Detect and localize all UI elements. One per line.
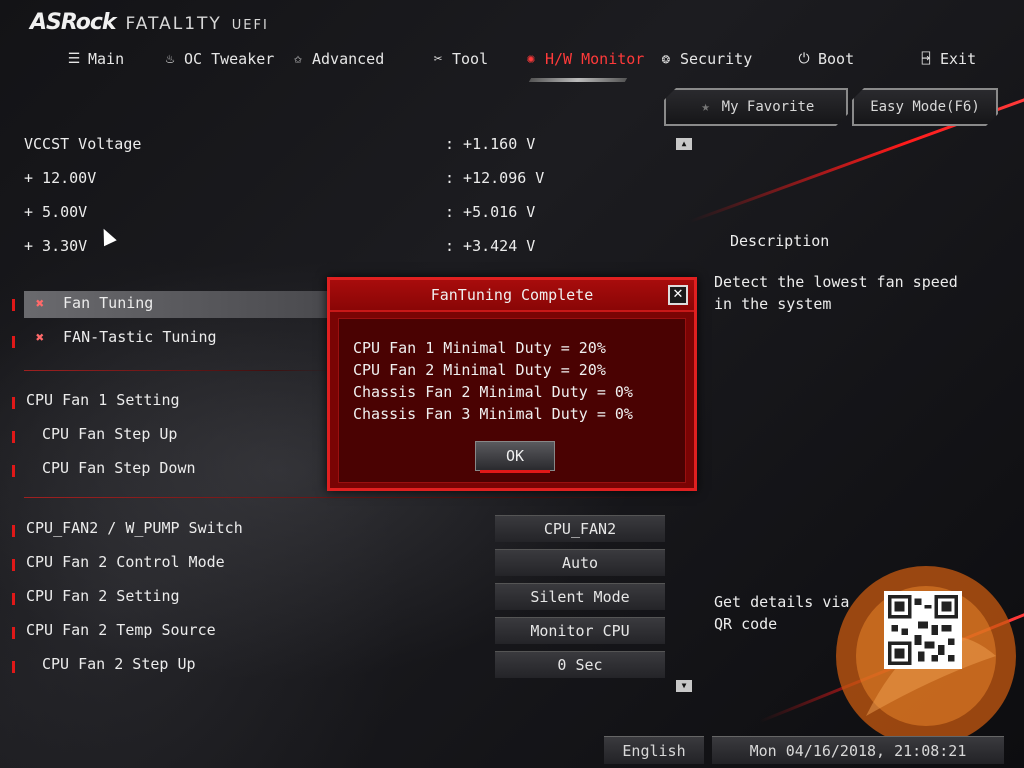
- row-marker: [12, 397, 15, 409]
- easy-mode-button[interactable]: Easy Mode(F6): [852, 88, 998, 126]
- row-marker: [12, 559, 15, 571]
- setting-label[interactable]: CPU Fan 2 Setting: [26, 587, 180, 605]
- ok-button[interactable]: OK: [475, 441, 555, 473]
- setting-value-box[interactable]: Silent Mode: [495, 583, 665, 610]
- setting-value-box[interactable]: Auto: [495, 549, 665, 576]
- scroll-down-arrow[interactable]: ▼: [676, 680, 692, 692]
- my-favorite-label: My Favorite: [721, 99, 815, 115]
- tab-label: H/W Monitor: [545, 50, 645, 68]
- section-divider: [24, 370, 334, 371]
- qr-label: Get details via QR code: [714, 593, 850, 633]
- monitor-icon: ✺: [526, 51, 536, 67]
- cpu-fan-step-up-item[interactable]: CPU Fan Step Up: [42, 425, 177, 443]
- voltage-value: : +1.160 V: [445, 135, 536, 153]
- tab-oc-tweaker[interactable]: ♨ OC Tweaker: [162, 50, 275, 68]
- tab-label: Advanced: [312, 50, 385, 68]
- qr-code: [884, 591, 962, 669]
- datetime-display: Mon 04/16/2018, 21:08:21: [712, 736, 1004, 764]
- tools-icon: ✖: [35, 330, 45, 346]
- setting-label[interactable]: CPU_FAN2 / W_PUMP Switch: [26, 519, 243, 537]
- setting-value-box[interactable]: Monitor CPU: [495, 617, 665, 644]
- logo-product: FATAL1TY: [125, 14, 222, 34]
- setting-label[interactable]: CPU Fan 2 Temp Source: [26, 621, 216, 639]
- easy-mode-label: Easy Mode(F6): [870, 99, 980, 115]
- tab-main[interactable]: ☰ Main: [66, 50, 124, 68]
- star-icon: ★: [701, 99, 710, 115]
- voltage-label: + 12.00V: [24, 169, 97, 187]
- tools-icon: ✂: [433, 51, 443, 67]
- dialog-result-line: Chassis Fan 2 Minimal Duty = 0%: [353, 383, 633, 401]
- row-marker: [12, 336, 15, 348]
- voltage-label: + 3.30V: [24, 237, 88, 255]
- voltage-value: : +5.016 V: [445, 203, 536, 221]
- section-divider: [24, 497, 664, 498]
- description-text: Detect the lowest fan speed in the syste…: [714, 273, 958, 313]
- tab-exit[interactable]: ⍈ Exit: [918, 50, 976, 68]
- cpu-fan1-setting-item[interactable]: CPU Fan 1 Setting: [26, 391, 180, 409]
- fan-tastic-tuning-item[interactable]: ✖ FAN-Tastic Tuning: [32, 328, 217, 346]
- dialog-body: CPU Fan 1 Minimal Duty = 20% CPU Fan 2 M…: [338, 318, 686, 483]
- dialog-result-line: Chassis Fan 3 Minimal Duty = 0%: [353, 405, 633, 423]
- cpu-fan-step-down-item[interactable]: CPU Fan Step Down: [42, 459, 196, 477]
- row-marker: [12, 431, 15, 443]
- rocket-icon: ♨: [165, 51, 175, 67]
- row-marker: [12, 465, 15, 477]
- fan-tuning-complete-dialog: FanTuning Complete ✕ CPU Fan 1 Minimal D…: [327, 277, 697, 491]
- dialog-result-line: CPU Fan 2 Minimal Duty = 20%: [353, 361, 606, 379]
- tab-label: OC Tweaker: [184, 50, 275, 68]
- logo-brand: ASRock: [30, 10, 117, 35]
- tab-label: Security: [680, 50, 753, 68]
- star-icon: ✩: [293, 51, 303, 67]
- row-marker: [12, 525, 15, 537]
- my-favorite-button[interactable]: ★ My Favorite: [664, 88, 848, 126]
- close-icon[interactable]: ✕: [668, 285, 688, 305]
- fan-tuning-item[interactable]: ✖ Fan Tuning: [32, 294, 154, 312]
- exit-icon: ⍈: [921, 51, 931, 67]
- voltage-value: : +3.424 V: [445, 237, 536, 255]
- main-nav: ☰ Main ♨ OC Tweaker ✩ Advanced ✂ Tool ✺ …: [0, 50, 1024, 74]
- tab-label: Main: [88, 50, 125, 68]
- asrock-logo: ASRock FATAL1TY UEFI: [30, 10, 269, 36]
- setting-value-box[interactable]: CPU_FAN2: [495, 515, 665, 542]
- tab-hw-monitor[interactable]: ✺ H/W Monitor: [523, 50, 645, 68]
- fan-tastic-label: FAN-Tastic Tuning: [63, 328, 217, 346]
- tab-label: Boot: [818, 50, 855, 68]
- power-icon: ⏻: [798, 51, 810, 67]
- list-icon: ☰: [67, 51, 81, 67]
- tab-label: Tool: [452, 50, 489, 68]
- setting-label[interactable]: CPU Fan 2 Control Mode: [26, 553, 225, 571]
- tab-security[interactable]: ❂ Security: [658, 50, 752, 68]
- setting-label[interactable]: CPU Fan 2 Step Up: [42, 655, 196, 673]
- setting-value-box[interactable]: 0 Sec: [495, 651, 665, 678]
- row-marker: [12, 661, 15, 673]
- row-marker: [12, 299, 15, 311]
- tab-tool[interactable]: ✂ Tool: [430, 50, 488, 68]
- language-selector[interactable]: English: [604, 736, 704, 764]
- shield-icon: ❂: [661, 51, 671, 67]
- tab-advanced[interactable]: ✩ Advanced: [290, 50, 384, 68]
- tab-label: Exit: [940, 50, 977, 68]
- tools-icon: ✖: [35, 296, 45, 312]
- dialog-title: FanTuning Complete: [330, 280, 694, 312]
- voltage-label: + 5.00V: [24, 203, 88, 221]
- voltage-value: : +12.096 V: [445, 169, 545, 187]
- scroll-up-arrow[interactable]: ▲: [676, 138, 692, 150]
- row-marker: [12, 627, 15, 639]
- description-title: Description: [730, 232, 830, 250]
- active-tab-underline: [528, 78, 628, 82]
- voltage-label: VCCST Voltage: [24, 135, 142, 153]
- logo-suffix: UEFI: [231, 18, 269, 33]
- row-marker: [12, 593, 15, 605]
- tab-boot[interactable]: ⏻ Boot: [796, 50, 854, 68]
- dialog-result-line: CPU Fan 1 Minimal Duty = 20%: [353, 339, 606, 357]
- fan-tuning-label: Fan Tuning: [63, 294, 154, 312]
